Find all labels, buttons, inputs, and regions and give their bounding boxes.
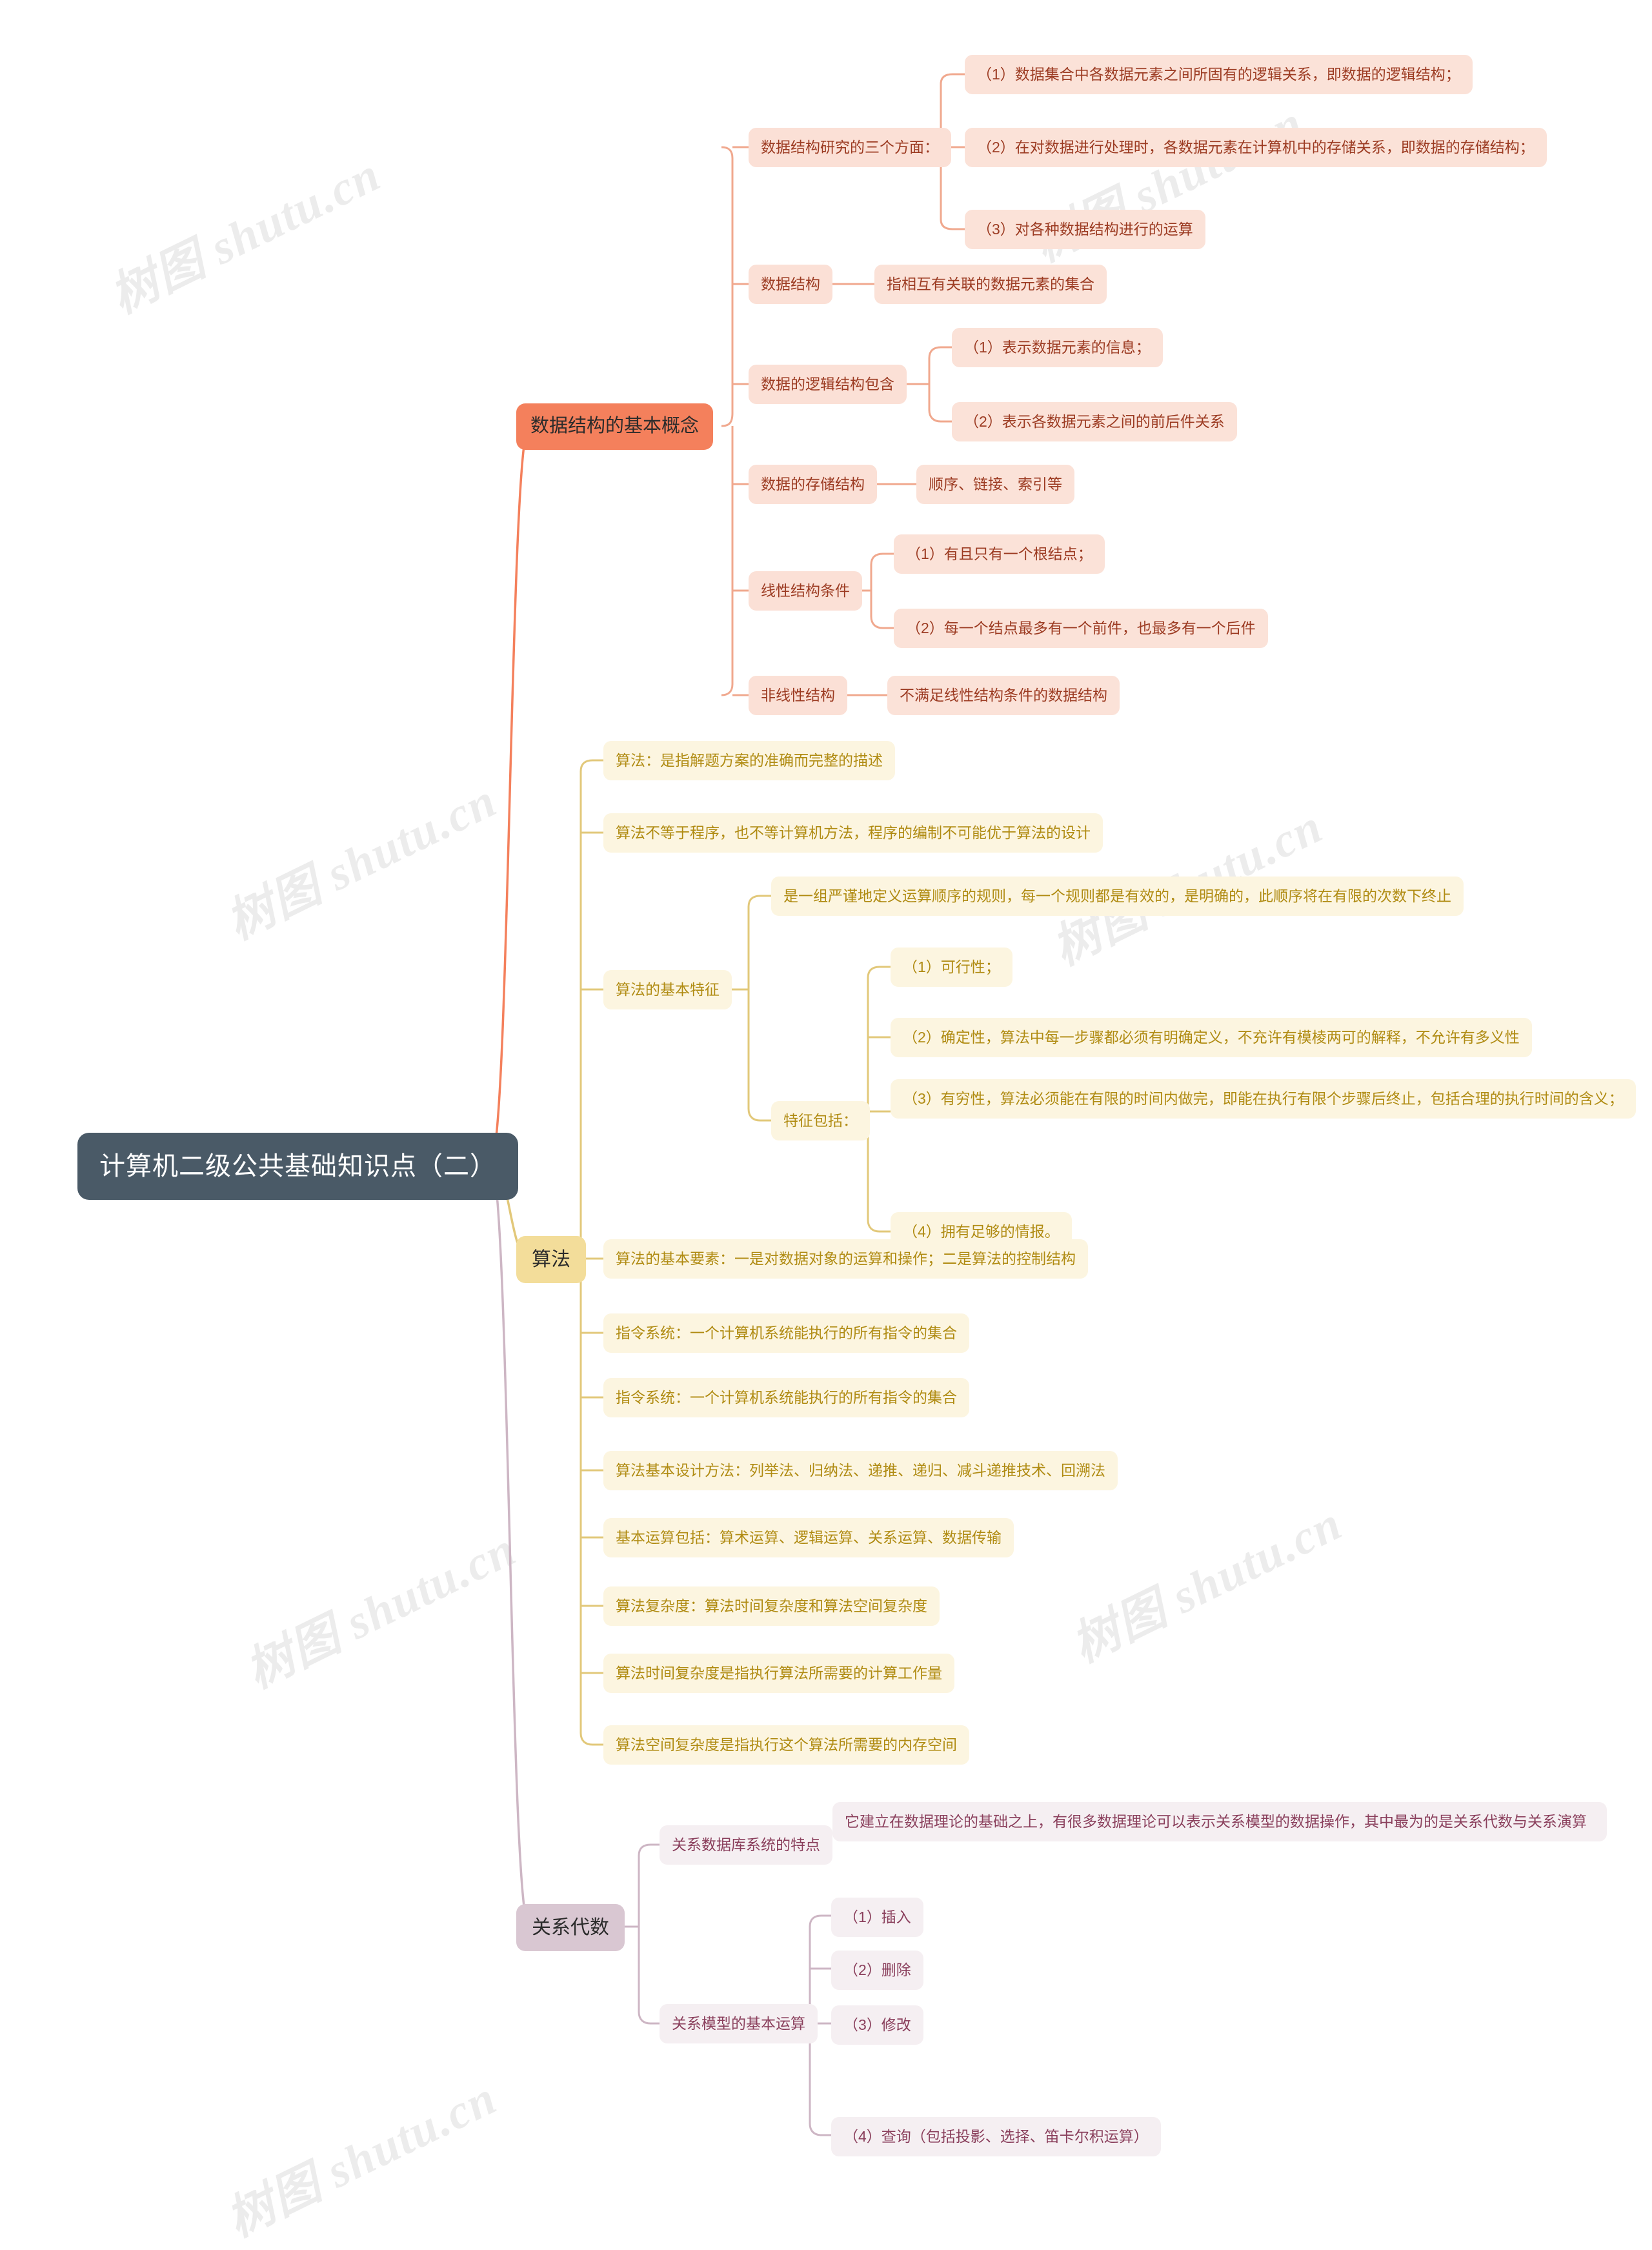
subnode-characteristics-include[interactable]: 特征包括： — [771, 1101, 870, 1140]
leaf-data-structure-def[interactable]: 指相互有关联的数据元素的集合 — [874, 265, 1107, 304]
subnode-label: 算法时间复杂度是指执行算法所需要的计算工作量 — [616, 1665, 942, 1681]
subnode-time-complexity[interactable]: 算法时间复杂度是指执行算法所需要的计算工作量 — [603, 1654, 954, 1693]
leaf-label: （2）每一个结点最多有一个前件，也最多有一个后件 — [906, 620, 1256, 636]
leaf-operation-modify[interactable]: （3）修改 — [831, 2005, 923, 2045]
subnode-logical-structure-contains[interactable]: 数据的逻辑结构包含 — [749, 365, 907, 404]
leaf-label: （1）有且只有一个根结点； — [906, 545, 1093, 562]
leaf-logical-structure-1[interactable]: （1）表示数据元素的信息； — [952, 328, 1163, 367]
subnode-label: 算法空间复杂度是指执行这个算法所需要的内存空间 — [616, 1736, 957, 1753]
subnode-label: 数据的逻辑结构包含 — [761, 376, 894, 392]
leaf-label: （2）表示各数据元素之间的前后件关系 — [964, 413, 1225, 430]
leaf-nonlinear-structure[interactable]: 不满足线性结构条件的数据结构 — [887, 676, 1120, 715]
leaf-linear-condition-2[interactable]: （2）每一个结点最多有一个前件，也最多有一个后件 — [894, 609, 1268, 648]
leaf-logical-structure-2[interactable]: （2）表示各数据元素之间的前后件关系 — [952, 402, 1237, 441]
subnode-label: 非线性结构 — [761, 687, 835, 704]
leaf-label: 是一组严谨地定义运算顺序的规则，每一个规则都是有效的，是明确的，此顺序将在有限的… — [783, 887, 1451, 904]
leaf-label: 顺序、链接、索引等 — [929, 476, 1062, 492]
subnode-label: 线性结构条件 — [761, 582, 850, 599]
leaf-label: （2）删除 — [843, 1961, 911, 1978]
leaf-three-aspects-3[interactable]: （3）对各种数据结构进行的运算 — [965, 210, 1205, 249]
subnode-basic-operations[interactable]: 基本运算包括：算术运算、逻辑运算、关系运算、数据传输 — [603, 1518, 1014, 1557]
subnode-label: 算法基本设计方法：列举法、归纳法、递推、递归、减斗递推技术、回溯法 — [616, 1462, 1105, 1479]
subnode-label: 算法复杂度：算法时间复杂度和算法空间复杂度 — [616, 1597, 927, 1614]
subnode-algorithm-complexity[interactable]: 算法复杂度：算法时间复杂度和算法空间复杂度 — [603, 1586, 940, 1626]
subnode-algorithm-definition[interactable]: 算法：是指解题方案的准确而完整的描述 — [603, 741, 895, 780]
leaf-label: （1）数据集合中各数据元素之间所固有的逻辑关系，即数据的逻辑结构； — [977, 66, 1460, 83]
branch-label: 数据结构的基本概念 — [530, 416, 700, 436]
branch-label: 关系代数 — [532, 1917, 609, 1938]
watermark: 树图 shutu.cn — [218, 774, 505, 950]
watermark: 树图 shutu.cn — [237, 1523, 525, 1699]
root-label: 计算机二级公共基础知识点（二） — [99, 1152, 496, 1181]
leaf-linear-condition-1[interactable]: （1）有且只有一个根结点； — [894, 534, 1105, 574]
watermark: 树图 shutu.cn — [102, 148, 389, 324]
leaf-label: （1）可行性； — [903, 958, 1000, 975]
subnode-storage-structure[interactable]: 数据的存储结构 — [749, 465, 877, 504]
subnode-algorithm-vs-program[interactable]: 算法不等于程序，也不等计算机方法，程序的编制不可能优于算法的设计 — [603, 813, 1103, 853]
leaf-operation-delete[interactable]: （2）删除 — [831, 1951, 923, 1990]
subnode-label: 数据结构研究的三个方面： — [761, 139, 939, 156]
subnode-label: 基本运算包括：算术运算、逻辑运算、关系运算、数据传输 — [616, 1529, 1002, 1546]
subnode-label: 数据结构 — [761, 276, 820, 292]
leaf-label: （4）查询（包括投影、选择、笛卡尔积运算） — [843, 2128, 1149, 2145]
subnode-label: 算法的基本特征 — [616, 981, 720, 998]
leaf-label: 不满足线性结构条件的数据结构 — [900, 687, 1107, 704]
subnode-instruction-system-1[interactable]: 指令系统：一个计算机系统能执行的所有指令的集合 — [603, 1313, 969, 1353]
leaf-storage-structure[interactable]: 顺序、链接、索引等 — [916, 465, 1074, 504]
branch-node-algorithm[interactable]: 算法 — [516, 1236, 586, 1283]
leaf-operation-insert[interactable]: （1）插入 — [831, 1898, 923, 1937]
leaf-label: 它建立在数据理论的基础之上，有很多数据理论可以表示关系模型的数据操作，其中最为的… — [845, 1813, 1587, 1830]
subnode-label: 关系模型的基本运算 — [672, 2015, 805, 2032]
mindmap-canvas[interactable]: 树图 shutu.cn 树图 shutu.cn 树图 shutu.cn 树图 s… — [0, 0, 1652, 2247]
subnode-space-complexity[interactable]: 算法空间复杂度是指执行这个算法所需要的内存空间 — [603, 1725, 969, 1765]
subnode-label: 算法：是指解题方案的准确而完整的描述 — [616, 752, 883, 769]
watermark: 树图 shutu.cn — [218, 2071, 505, 2247]
subnode-relational-model-operations[interactable]: 关系模型的基本运算 — [660, 2004, 818, 2043]
leaf-label: （3）修改 — [843, 2016, 911, 2033]
subnode-label: 算法不等于程序，也不等计算机方法，程序的编制不可能优于算法的设计 — [616, 824, 1091, 841]
leaf-label: （2）在对数据进行处理时，各数据元素在计算机中的存储关系，即数据的存储结构； — [977, 139, 1535, 156]
leaf-three-aspects-2[interactable]: （2）在对数据进行处理时，各数据元素在计算机中的存储关系，即数据的存储结构； — [965, 128, 1547, 167]
leaf-label: （1）表示数据元素的信息； — [964, 339, 1151, 356]
watermark: 树图 shutu.cn — [1063, 1497, 1351, 1673]
leaf-label: （3）对各种数据结构进行的运算 — [977, 221, 1193, 238]
subnode-label: 关系数据库系统的特点 — [672, 1836, 820, 1853]
subnode-algorithm-basic-elements[interactable]: 算法的基本要素：一是对数据对象的运算和操作；二是算法的控制结构 — [603, 1239, 1088, 1279]
subnode-rdbms-features[interactable]: 关系数据库系统的特点 — [660, 1825, 832, 1865]
subnode-linear-structure-conditions[interactable]: 线性结构条件 — [749, 571, 862, 611]
subnode-data-structure-three-aspects[interactable]: 数据结构研究的三个方面： — [749, 128, 951, 167]
subnode-label: 特征包括： — [783, 1112, 858, 1129]
subnode-nonlinear-structure[interactable]: 非线性结构 — [749, 676, 847, 715]
branch-node-relational-algebra[interactable]: 关系代数 — [516, 1904, 625, 1951]
leaf-characteristic-3[interactable]: （3）有穷性，算法必须能在有限的时间内做完，即能在执行有限个步骤后终止，包括合理… — [891, 1079, 1636, 1119]
branch-node-data-structure[interactable]: 数据结构的基本概念 — [516, 403, 714, 450]
subnode-label: 数据的存储结构 — [761, 476, 865, 492]
leaf-characteristics-rules[interactable]: 是一组严谨地定义运算顺序的规则，每一个规则都是有效的，是明确的，此顺序将在有限的… — [771, 877, 1464, 916]
leaf-three-aspects-1[interactable]: （1）数据集合中各数据元素之间所固有的逻辑关系，即数据的逻辑结构； — [965, 55, 1473, 94]
leaf-label: （1）插入 — [843, 1909, 911, 1925]
leaf-rdbms-features-detail[interactable]: 它建立在数据理论的基础之上，有很多数据理论可以表示关系模型的数据操作，其中最为的… — [832, 1802, 1607, 1841]
subnode-label: 指令系统：一个计算机系统能执行的所有指令的集合 — [616, 1324, 957, 1341]
subnode-data-structure-def[interactable]: 数据结构 — [749, 265, 832, 304]
leaf-characteristic-2[interactable]: （2）确定性，算法中每一步骤都必须有明确定义，不充许有模棱两可的解释，不允许有多… — [891, 1018, 1532, 1057]
subnode-design-methods[interactable]: 算法基本设计方法：列举法、归纳法、递推、递归、减斗递推技术、回溯法 — [603, 1451, 1118, 1490]
subnode-label: 算法的基本要素：一是对数据对象的运算和操作；二是算法的控制结构 — [616, 1250, 1076, 1267]
subnode-algorithm-characteristics[interactable]: 算法的基本特征 — [603, 970, 732, 1009]
leaf-label: 指相互有关联的数据元素的集合 — [887, 276, 1094, 292]
leaf-label: （2）确定性，算法中每一步骤都必须有明确定义，不充许有模棱两可的解释，不允许有多… — [903, 1029, 1520, 1046]
root-node[interactable]: 计算机二级公共基础知识点（二） — [77, 1133, 518, 1200]
branch-label: 算法 — [532, 1249, 570, 1270]
subnode-label: 指令系统：一个计算机系统能执行的所有指令的集合 — [616, 1389, 957, 1406]
leaf-characteristic-1[interactable]: （1）可行性； — [891, 948, 1012, 987]
leaf-operation-query[interactable]: （4）查询（包括投影、选择、笛卡尔积运算） — [831, 2117, 1161, 2156]
leaf-label: （3）有穷性，算法必须能在有限的时间内做完，即能在执行有限个步骤后终止，包括合理… — [903, 1090, 1624, 1107]
subnode-instruction-system-2[interactable]: 指令系统：一个计算机系统能执行的所有指令的集合 — [603, 1378, 969, 1417]
